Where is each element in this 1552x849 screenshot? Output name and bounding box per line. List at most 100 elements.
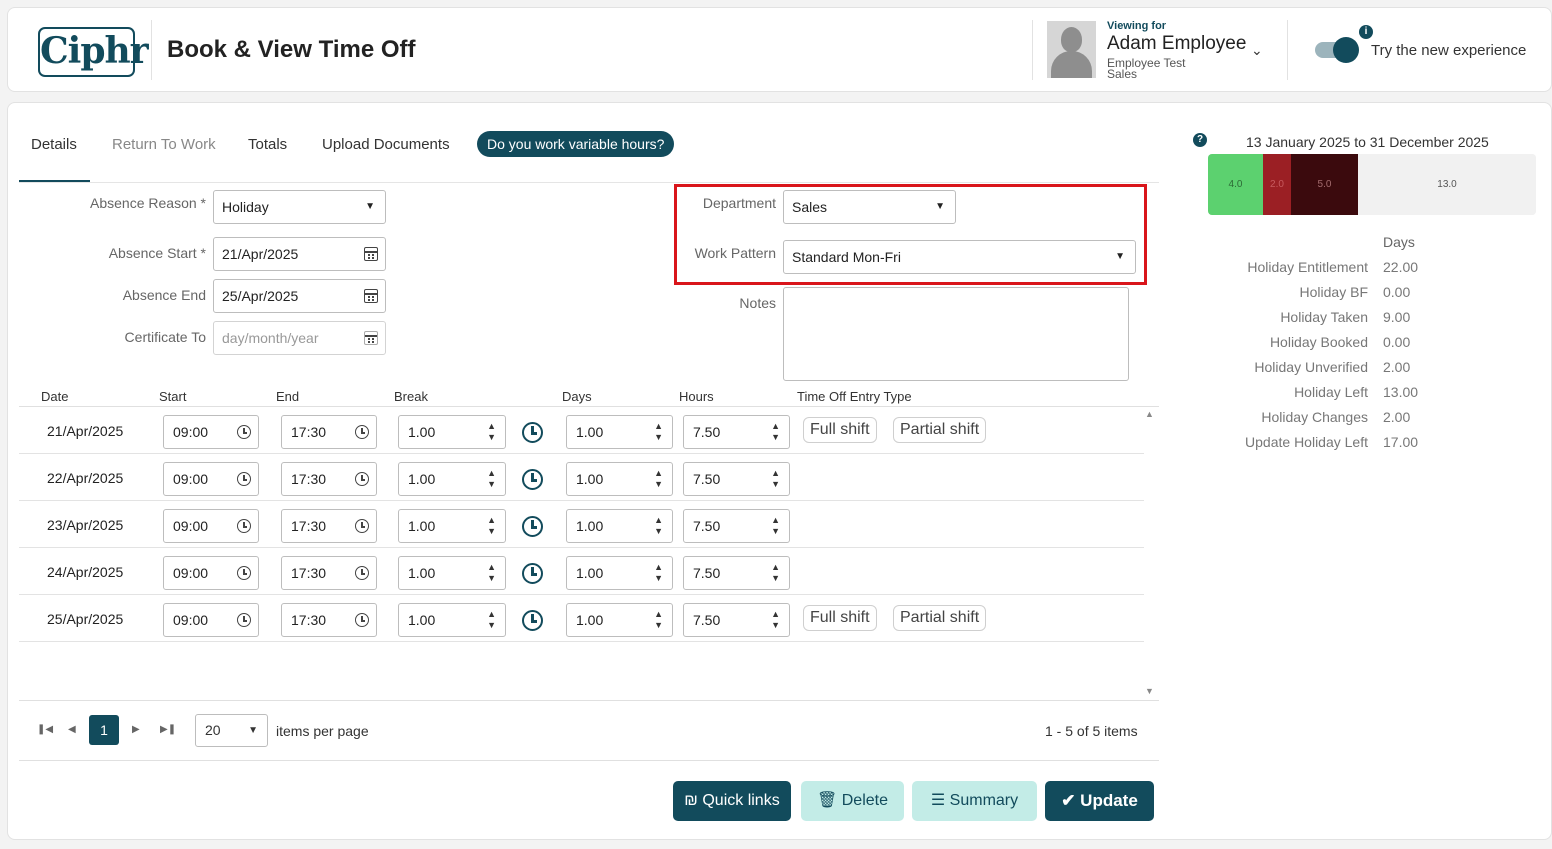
days-stepper[interactable]: 1.00 ▲ ▼	[566, 603, 673, 637]
row-date: 22/Apr/2025	[47, 470, 124, 486]
new-experience-toggle[interactable]	[1315, 37, 1361, 63]
partial-shift-button[interactable]: Partial shift	[893, 417, 987, 443]
first-page-icon[interactable]: ❚◀	[37, 724, 53, 735]
tab-totals[interactable]: Totals	[248, 136, 287, 153]
scroll-down-arrow[interactable]: ▼	[1145, 686, 1154, 696]
spinner-arrows-icon[interactable]: ▲ ▼	[654, 562, 663, 584]
caret-down-icon: ▼	[935, 201, 945, 212]
spinner-arrows-icon[interactable]: ▲ ▼	[487, 421, 496, 443]
notes-textarea[interactable]	[783, 287, 1129, 381]
spinner-arrows-icon[interactable]: ▲ ▼	[771, 468, 780, 490]
next-page-icon[interactable]: ▶	[132, 724, 140, 735]
start-time-input[interactable]: 09:00	[163, 415, 259, 449]
hours-stepper[interactable]: 7.50 ▲ ▼	[683, 556, 790, 590]
chevron-down-icon[interactable]: ⌄	[1251, 42, 1263, 59]
start-time-input[interactable]: 09:00	[163, 556, 259, 590]
delete-button[interactable]: 🗑 Delete	[801, 781, 904, 821]
clock-icon[interactable]	[355, 613, 369, 627]
clock-icon[interactable]	[237, 519, 251, 533]
hours-stepper[interactable]: 7.50 ▲ ▼	[683, 415, 790, 449]
spinner-arrows-icon[interactable]: ▲ ▼	[654, 468, 663, 490]
break-stepper[interactable]: 1.00 ▲ ▼	[398, 556, 506, 590]
calendar-icon[interactable]	[364, 289, 378, 303]
spinner-arrows-icon[interactable]: ▲ ▼	[654, 421, 663, 443]
hours-stepper[interactable]: 7.50 ▲ ▼	[683, 462, 790, 496]
page-size-select[interactable]: 20 ▼	[195, 714, 268, 747]
tab-upload-documents[interactable]: Upload Documents	[322, 136, 450, 153]
start-time-input[interactable]: 09:00	[163, 509, 259, 543]
break-stepper[interactable]: 1.00 ▲ ▼	[398, 603, 506, 637]
calendar-icon[interactable]	[364, 247, 378, 261]
spinner-arrows-icon[interactable]: ▲ ▼	[771, 515, 780, 537]
absence-start-date[interactable]: 21/Apr/2025	[213, 237, 386, 271]
info-icon[interactable]: i	[1359, 25, 1373, 39]
start-time-input[interactable]: 09:00	[163, 603, 259, 637]
clock-icon[interactable]	[522, 563, 543, 584]
clock-icon[interactable]	[237, 566, 251, 580]
previous-page-icon[interactable]: ◀	[68, 724, 76, 735]
spinner-arrows-icon[interactable]: ▲ ▼	[771, 421, 780, 443]
scroll-up-arrow[interactable]: ▲	[1145, 409, 1154, 419]
spinner-arrows-icon[interactable]: ▲ ▼	[771, 562, 780, 584]
variable-hours-button[interactable]: Do you work variable hours?	[477, 131, 675, 157]
break-stepper[interactable]: 1.00 ▲ ▼	[398, 415, 506, 449]
clock-icon[interactable]	[522, 422, 543, 443]
break-stepper[interactable]: 1.00 ▲ ▼	[398, 462, 506, 496]
clock-icon[interactable]	[237, 425, 251, 439]
last-page-icon[interactable]: ▶❚	[160, 724, 176, 735]
spinner-arrows-icon[interactable]: ▲ ▼	[487, 562, 496, 584]
days-stepper[interactable]: 1.00 ▲ ▼	[566, 509, 673, 543]
tab-return-to-work[interactable]: Return To Work	[112, 136, 216, 153]
full-shift-button[interactable]: Full shift	[803, 417, 877, 443]
ciphr-logo[interactable]: Ciphr	[38, 27, 149, 77]
certificate-to-date[interactable]: day/month/year	[213, 321, 386, 355]
clock-icon[interactable]	[355, 472, 369, 486]
divider	[19, 760, 1159, 761]
tab-details[interactable]: Details	[31, 136, 77, 153]
caret-down-icon: ▼	[1115, 251, 1125, 262]
hours-stepper[interactable]: 7.50 ▲ ▼	[683, 603, 790, 637]
clock-icon[interactable]	[355, 566, 369, 580]
calendar-icon[interactable]	[364, 331, 378, 345]
spinner-arrows-icon[interactable]: ▲ ▼	[487, 515, 496, 537]
update-button[interactable]: ✔ Update	[1045, 781, 1154, 821]
employee-selector[interactable]: Adam Employee	[1107, 33, 1246, 55]
department-select[interactable]: Sales ▼	[783, 190, 956, 224]
page-button-current[interactable]: 1	[89, 715, 119, 745]
days-stepper[interactable]: 1.00 ▲ ▼	[566, 556, 673, 590]
clock-icon[interactable]	[355, 425, 369, 439]
partial-shift-button[interactable]: Partial shift	[893, 605, 987, 631]
days-stepper[interactable]: 1.00 ▲ ▼	[566, 415, 673, 449]
spinner-arrows-icon[interactable]: ▲ ▼	[771, 609, 780, 631]
summary-value: 17.00	[1383, 434, 1419, 450]
end-time-input[interactable]: 17:30	[281, 556, 377, 590]
spinner-arrows-icon[interactable]: ▲ ▼	[487, 468, 496, 490]
help-icon[interactable]: ?	[1193, 133, 1207, 147]
start-time-input[interactable]: 09:00	[163, 462, 259, 496]
hours-stepper[interactable]: 7.50 ▲ ▼	[683, 509, 790, 543]
clock-icon[interactable]	[237, 613, 251, 627]
clock-icon[interactable]	[522, 469, 543, 490]
clock-icon[interactable]	[355, 519, 369, 533]
summary-button[interactable]: ☰ Summary	[912, 781, 1037, 821]
clock-icon[interactable]	[522, 610, 543, 631]
quick-links-button[interactable]: ₪ Quick links	[673, 781, 791, 821]
column-header-entry-type: Time Off Entry Type	[797, 389, 912, 404]
end-time-input[interactable]: 17:30	[281, 603, 377, 637]
break-stepper[interactable]: 1.00 ▲ ▼	[398, 509, 506, 543]
work-pattern-select[interactable]: Standard Mon-Fri ▼	[783, 240, 1136, 274]
spinner-arrows-icon[interactable]: ▲ ▼	[654, 609, 663, 631]
end-time-input[interactable]: 17:30	[281, 509, 377, 543]
absence-end-date[interactable]: 25/Apr/2025	[213, 279, 386, 313]
end-time-input[interactable]: 17:30	[281, 415, 377, 449]
spinner-arrows-icon[interactable]: ▲ ▼	[654, 515, 663, 537]
clock-icon[interactable]	[237, 472, 251, 486]
spinner-arrows-icon[interactable]: ▲ ▼	[487, 609, 496, 631]
end-time-input[interactable]: 17:30	[281, 462, 377, 496]
absence-reason-select[interactable]: Holiday ▼	[213, 190, 386, 224]
app-header: Ciphr Book & View Time Off Viewing for A…	[7, 7, 1552, 92]
clock-icon[interactable]	[522, 516, 543, 537]
check-icon: ✔	[1061, 791, 1076, 810]
full-shift-button[interactable]: Full shift	[803, 605, 877, 631]
days-stepper[interactable]: 1.00 ▲ ▼	[566, 462, 673, 496]
